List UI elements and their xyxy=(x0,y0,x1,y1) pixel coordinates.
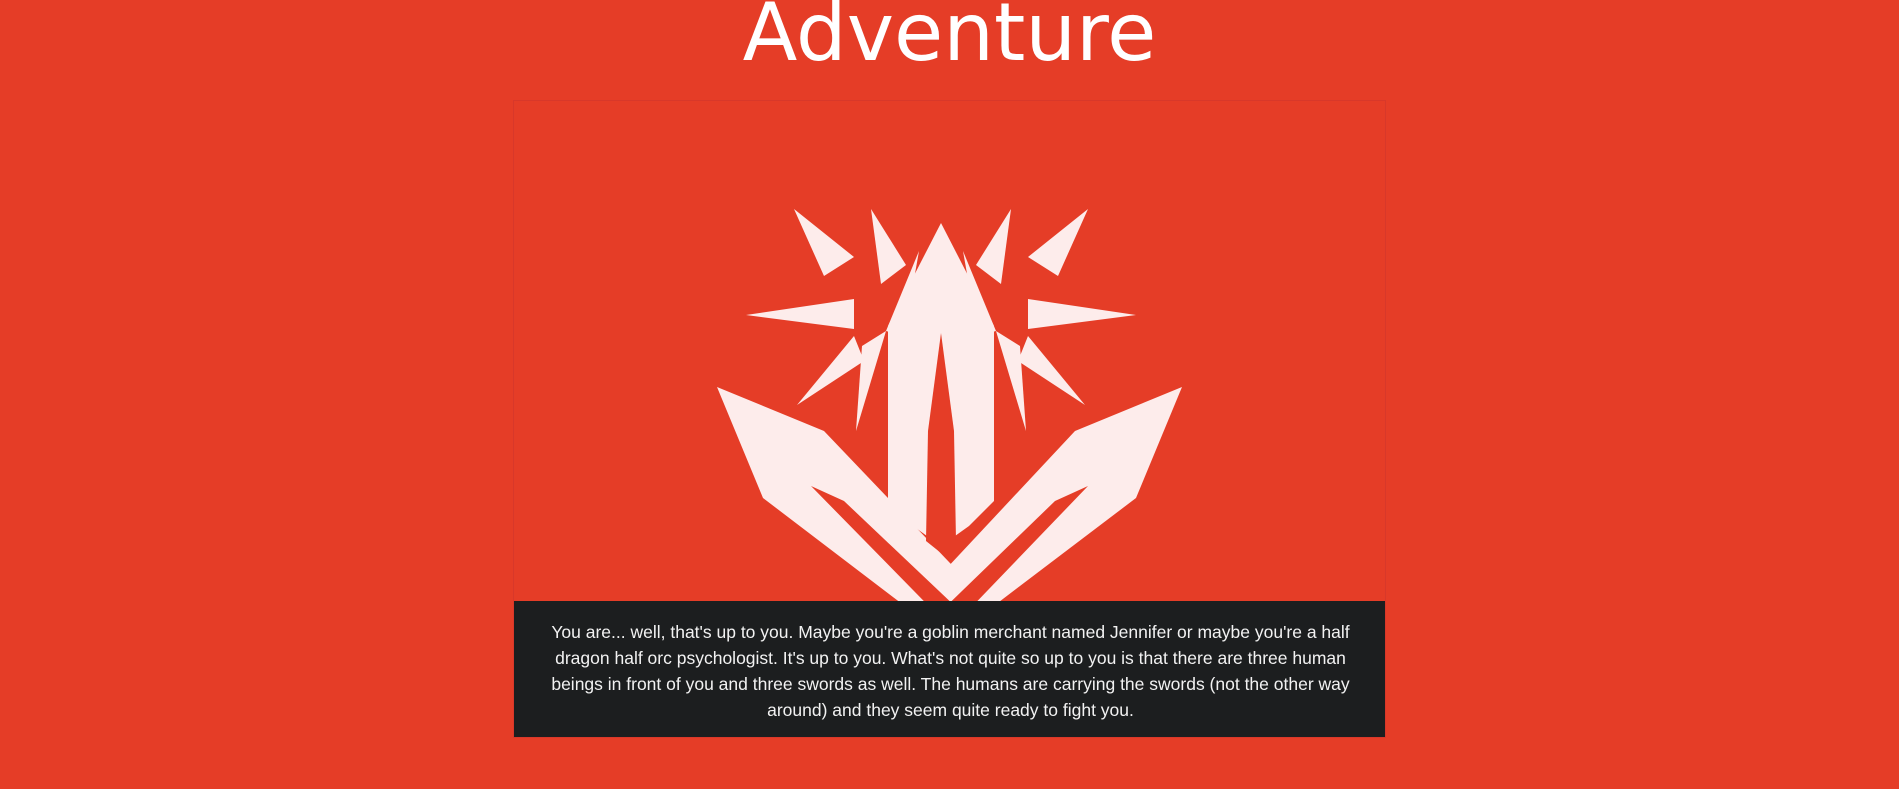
page-title: Adventure xyxy=(742,0,1157,79)
crossed-swords-starburst-icon xyxy=(717,209,1182,601)
story-image xyxy=(514,101,1385,601)
story-description: You are... well, that's up to you. Maybe… xyxy=(514,601,1385,737)
story-card: You are... well, that's up to you. Maybe… xyxy=(513,100,1386,738)
